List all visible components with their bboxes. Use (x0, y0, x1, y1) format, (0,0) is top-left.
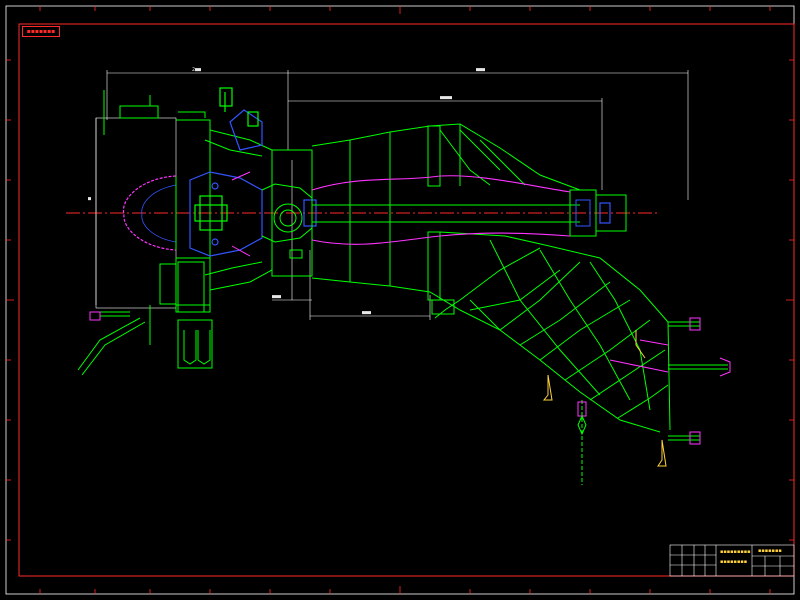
dimension-label-4: ■■■ (272, 294, 282, 300)
cad-drawing (5, 5, 795, 595)
supports (77, 305, 731, 485)
dimension-label-1: 2■■ (192, 67, 202, 73)
title-block-drawing-subtitle: ▪▪▪▪▪▪▪▪ (720, 559, 748, 565)
title-block-drawing-title: ▪▪▪▪▪▪▪▪▪ (720, 549, 751, 555)
impeller-hub (189, 87, 263, 257)
dimension-label-2: ■■■ (476, 67, 486, 73)
dimension-label-5: ■ (88, 196, 92, 202)
sheet-tag-label: ▪▪▪▪▪▪▪ (22, 26, 60, 37)
sheet-border (5, 5, 795, 595)
inlet-section (95, 90, 273, 313)
title-block-company: ▪▪▪▪▪▪▪ (758, 548, 782, 554)
dimension-label-6: ■■■ (362, 310, 372, 316)
outlet-elbow (311, 123, 671, 433)
dimension-label-3: ■■■■ (440, 95, 453, 101)
